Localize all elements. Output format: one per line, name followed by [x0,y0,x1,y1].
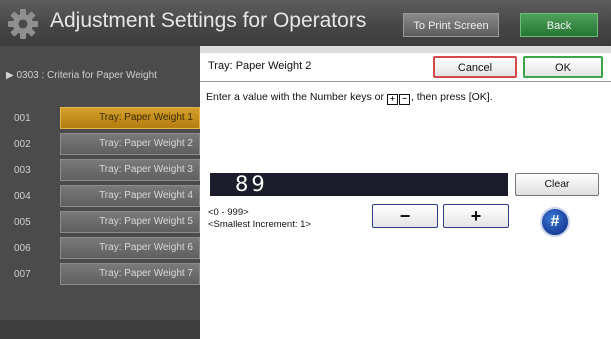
settings-list-panel: ▶ 0303 : Criteria for Paper Weight 001 T… [0,46,200,339]
item-button[interactable]: Tray: Paper Weight 3 [60,159,200,181]
item-number: 004 [14,191,31,202]
title-bar: Adjustment Settings for Operators To Pri… [0,0,611,46]
item-button[interactable]: Tray: Paper Weight 1 [60,107,200,129]
divider [200,81,611,82]
value-range-info: <0 - 999> <Smallest Increment: 1> [208,207,311,231]
item-number: 002 [14,139,31,150]
increment-button[interactable]: + [443,204,509,228]
back-button[interactable]: Back [520,13,598,37]
item-button[interactable]: Tray: Paper Weight 4 [60,185,200,207]
breadcrumb: ▶ 0303 : Criteria for Paper Weight [6,70,157,81]
list-item[interactable]: 004 Tray: Paper Weight 4 [0,185,200,209]
instruction-text: Enter a value with the Number keys or + −… [206,91,493,105]
ok-button[interactable]: OK [523,56,603,78]
plus-key-icon: + [386,94,398,105]
panel-footer [0,320,200,339]
minus-icon: − [399,206,411,226]
item-button[interactable]: Tray: Paper Weight 2 [60,133,200,155]
item-number: 007 [14,269,31,280]
item-button[interactable]: Tray: Paper Weight 7 [60,263,200,285]
minus-key-icon: − [398,94,410,105]
clear-button[interactable]: Clear [515,173,599,196]
increment-text: <Smallest Increment: 1> [208,219,311,230]
list-item[interactable]: 005 Tray: Paper Weight 5 [0,211,200,235]
value-display: 89 [235,172,268,196]
list-item[interactable]: 007 Tray: Paper Weight 7 [0,263,200,287]
item-number: 001 [14,113,31,124]
list-item[interactable]: 006 Tray: Paper Weight 6 [0,237,200,261]
to-print-screen-button[interactable]: To Print Screen [403,13,499,37]
cancel-button[interactable]: Cancel [433,56,517,78]
screen-title: Adjustment Settings for Operators [50,9,367,32]
item-button[interactable]: Tray: Paper Weight 5 [60,211,200,233]
gear-icon [8,9,38,39]
dialog-title: Tray: Paper Weight 2 [208,60,312,72]
instruction-text-end: , then press [OK]. [410,91,493,103]
list-item[interactable]: 003 Tray: Paper Weight 3 [0,159,200,183]
plus-icon: + [470,206,482,226]
hash-key-button[interactable]: # [540,207,570,237]
item-button[interactable]: Tray: Paper Weight 6 [60,237,200,259]
decrement-button[interactable]: − [372,204,438,228]
instruction-text-start: Enter a value with the Number keys or [206,91,387,103]
item-number: 003 [14,165,31,176]
range-text: <0 - 999> [208,207,249,218]
item-number: 006 [14,243,31,254]
item-number: 005 [14,217,31,228]
list-item[interactable]: 002 Tray: Paper Weight 2 [0,133,200,157]
value-input[interactable]: 89 [210,173,508,196]
operation-panel-screen: Adjustment Settings for Operators To Pri… [0,0,611,339]
value-entry-dialog: Tray: Paper Weight 2 Cancel OK Enter a v… [200,53,611,339]
list-item[interactable]: 001 Tray: Paper Weight 1 [0,107,200,131]
